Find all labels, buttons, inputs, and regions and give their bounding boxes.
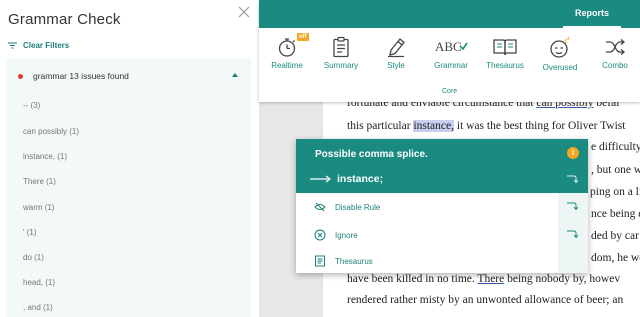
shuffle-icon <box>606 39 626 55</box>
tool-realtime[interactable]: Realtime <box>260 36 314 76</box>
thesaurus-icon <box>315 255 325 267</box>
issues-group-header[interactable]: grammar 13 issues found <box>6 58 251 94</box>
issue-item[interactable]: ' (1) <box>23 228 37 237</box>
reports-toolbar: Reports Realtime off Summary Style ABC G… <box>259 0 640 102</box>
off-badge: off <box>297 33 309 41</box>
action-label: Thesaurus <box>335 256 373 266</box>
doc-text: have been killed in no time. <box>347 273 478 285</box>
chevron-up-icon <box>232 73 238 77</box>
stopwatch-icon <box>278 38 296 57</box>
abc-check-icon: ABC <box>435 39 468 54</box>
popup-title: Possible comma splice. <box>315 149 428 160</box>
tool-label: Overused <box>542 63 578 72</box>
issue-item[interactable]: -- (3) <box>23 101 40 110</box>
info-icon[interactable]: i <box>567 147 579 159</box>
tool-label: Grammar <box>434 61 468 70</box>
thesaurus-button[interactable]: Thesaurus <box>314 255 373 267</box>
tool-label: Style <box>387 61 405 70</box>
issue-item[interactable]: , and (1) <box>23 303 53 312</box>
issues-group-label: grammar 13 issues found <box>33 71 129 81</box>
tool-label: Thesaurus <box>486 61 524 70</box>
doc-line: nce being d <box>591 208 640 220</box>
grammar-check-panel: Grammar Check Clear Filters grammar 13 i… <box>0 0 259 317</box>
toolbar-header: Reports <box>259 0 640 28</box>
panel-title: Grammar Check <box>8 11 121 28</box>
clipboard-icon <box>333 36 349 58</box>
issues-list: grammar 13 issues found -- (3) can possi… <box>6 58 251 317</box>
suggestion-button[interactable]: instance; <box>310 173 383 185</box>
svg-text:ABC: ABC <box>435 39 462 54</box>
tool-overused[interactable]: z z Overused <box>533 36 587 76</box>
suggestion-text: instance; <box>337 173 384 185</box>
doc-text: being nobody by, howev <box>504 273 621 285</box>
doc-text: it was the best thing for Oliver Twist <box>454 120 626 132</box>
pen-icon <box>388 38 405 58</box>
x-circle-icon <box>314 229 326 241</box>
doc-line: ded by car <box>591 230 639 242</box>
core-section-label: Core <box>442 88 458 95</box>
filter-icon <box>8 36 17 54</box>
issue-dot-icon <box>18 74 23 79</box>
popup-header: Possible comma splice. i instance; <box>296 139 588 193</box>
arrow-right-icon <box>310 175 331 183</box>
apply-arrow-icon[interactable] <box>566 229 578 239</box>
tool-summary[interactable]: Summary <box>314 36 368 76</box>
doc-line: have been killed in no time. There being… <box>347 273 620 285</box>
doc-text: this particular <box>347 120 414 132</box>
sleepy-face-icon: z z <box>550 36 570 58</box>
tool-grammar[interactable]: ABC Grammar <box>424 36 478 76</box>
issue-item[interactable]: There (1) <box>23 177 56 186</box>
disable-rule-button[interactable]: Disable Rule <box>314 202 380 212</box>
doc-line: , but one w <box>591 164 640 176</box>
issue-item[interactable]: instance, (1) <box>23 152 67 161</box>
doc-line: e difficulty <box>591 141 640 153</box>
eye-off-icon <box>314 202 326 212</box>
apply-arrow-icon[interactable] <box>566 174 578 184</box>
close-icon[interactable] <box>237 5 251 19</box>
doc-line: this particular instance, it was the bes… <box>347 120 625 132</box>
clear-filters-label: Clear Filters <box>23 40 70 50</box>
popup-side-strip <box>558 193 588 273</box>
issue-item[interactable]: can possibly (1) <box>23 127 79 136</box>
action-label: Ignore <box>335 230 358 240</box>
tool-label: Realtime <box>271 61 303 70</box>
action-label: Disable Rule <box>335 202 381 212</box>
doc-line: ping on a li <box>590 186 640 198</box>
svg-text:z: z <box>567 36 570 42</box>
tool-label: Summary <box>323 61 359 70</box>
ignore-button[interactable]: Ignore <box>314 229 358 241</box>
clear-filters-button[interactable]: Clear Filters <box>8 36 69 54</box>
doc-line: dom, he wo <box>591 252 640 264</box>
tab-reports[interactable]: Reports <box>575 8 609 18</box>
issue-item[interactable]: warm (1) <box>23 203 55 212</box>
tool-combo[interactable]: Combo <box>588 36 640 76</box>
tool-label: Combo <box>602 61 628 70</box>
doc-highlighted-text[interactable]: instance, <box>413 120 454 132</box>
issue-item[interactable]: do (1) <box>23 253 44 262</box>
apply-arrow-icon[interactable] <box>566 201 578 211</box>
tool-style[interactable]: Style <box>369 36 423 76</box>
tool-thesaurus[interactable]: Thesaurus <box>478 36 532 76</box>
comma-splice-popup: Possible comma splice. i instance; Disab… <box>296 139 588 273</box>
issue-item[interactable]: head, (1) <box>23 278 55 287</box>
book-icon <box>493 39 517 56</box>
doc-flagged-text[interactable]: There <box>477 273 504 285</box>
doc-line: rendered rather misty by an unwonted all… <box>347 294 624 306</box>
tab-active-indicator <box>563 26 621 28</box>
